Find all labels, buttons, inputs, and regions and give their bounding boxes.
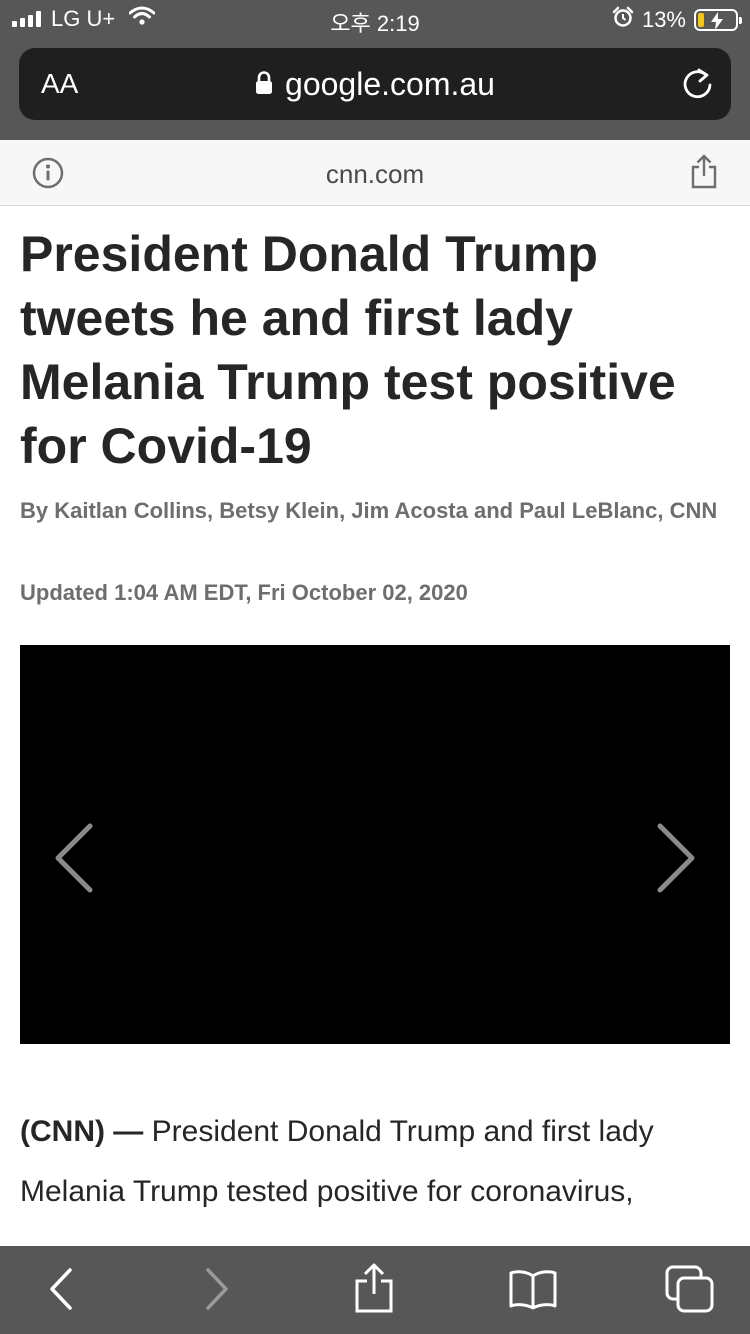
battery-percent: 13% — [641, 7, 686, 32]
share-icon[interactable] — [690, 154, 718, 195]
address-bar[interactable]: AA google.com.au — [19, 48, 731, 120]
share-icon[interactable] — [352, 1262, 396, 1319]
bookmarks-icon[interactable] — [508, 1268, 558, 1315]
chevron-left-icon[interactable] — [54, 823, 94, 898]
site-info-bar: cnn.com — [0, 140, 750, 206]
article-body: (CNN) — President Donald Trump and first… — [20, 1102, 730, 1222]
battery-charging-icon — [694, 9, 742, 31]
cnn-lead-label: (CNN) — — [20, 1115, 152, 1148]
forward-icon[interactable] — [202, 1266, 232, 1317]
back-icon[interactable] — [46, 1266, 76, 1317]
reload-icon[interactable] — [681, 66, 715, 107]
article-headline: President Donald Trump tweets he and fir… — [20, 226, 676, 474]
alarm-icon — [612, 6, 634, 34]
article-updated-timestamp: Updated 1:04 AM EDT, Fri October 02, 202… — [20, 580, 468, 605]
address-text: google.com.au — [285, 66, 495, 102]
media-gallery[interactable] — [20, 645, 730, 1044]
body-paragraph-line-2: Melania Trump tested positive for corona… — [20, 1175, 634, 1208]
browser-top-chrome: LG U+ 오후 2:19 13% AA google.com.au — [0, 0, 750, 140]
lock-icon — [255, 66, 273, 103]
body-paragraph-line-1: (CNN) — President Donald Trump and first… — [20, 1102, 730, 1162]
site-domain: cnn.com — [325, 159, 425, 189]
status-bar: LG U+ 오후 2:19 13% — [0, 0, 750, 40]
status-right: 13% — [612, 6, 742, 34]
article-byline: By Kaitlan Collins, Betsy Klein, Jim Aco… — [20, 498, 718, 523]
address-field[interactable]: google.com.au — [19, 66, 731, 103]
browser-toolbar — [0, 1246, 750, 1334]
chevron-right-icon[interactable] — [656, 823, 696, 898]
body-text-1: President Donald Trump and first lady — [151, 1115, 654, 1148]
tabs-icon[interactable] — [664, 1264, 716, 1319]
